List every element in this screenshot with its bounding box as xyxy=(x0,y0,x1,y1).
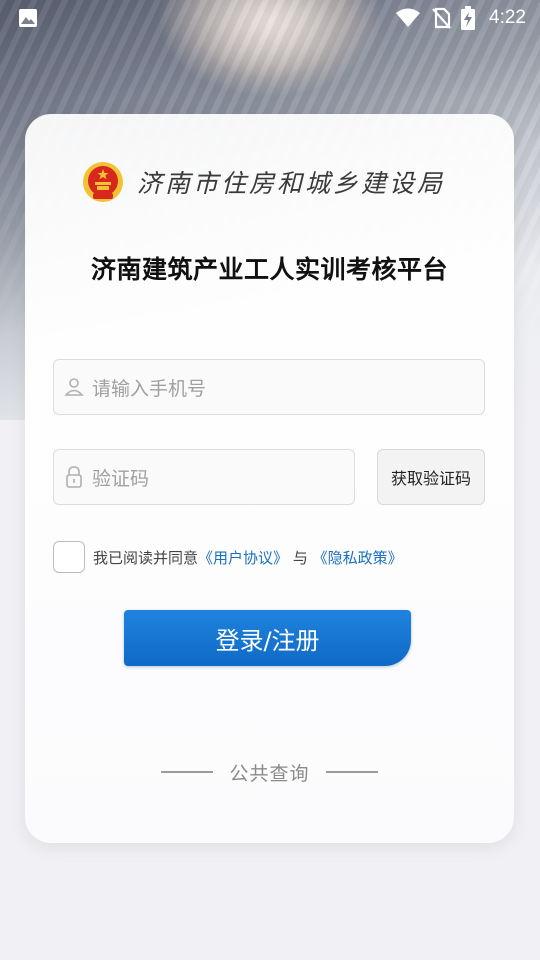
lock-icon xyxy=(64,466,84,488)
phone-input[interactable]: 请输入手机号 xyxy=(53,359,485,415)
login-register-button[interactable]: 登录/注册 xyxy=(124,610,411,666)
login-card: 济南市住房和城乡建设局 济南建筑产业工人实训考核平台 请输入手机号 验证码 获取… xyxy=(25,114,514,843)
user-agreement-link[interactable]: 《用户协议》 xyxy=(198,549,288,567)
status-left xyxy=(18,8,38,28)
status-time: 4:22 xyxy=(489,7,526,28)
code-placeholder: 验证码 xyxy=(92,467,150,490)
divider-right xyxy=(325,771,378,773)
no-sim-icon xyxy=(431,7,451,29)
status-right: 4:22 xyxy=(395,6,526,30)
phone-placeholder: 请输入手机号 xyxy=(92,377,207,400)
app-title: 济南建筑产业工人实训考核平台 xyxy=(90,255,448,284)
national-emblem-icon xyxy=(81,160,125,204)
wifi-icon xyxy=(395,8,421,28)
battery-charging-icon xyxy=(461,6,476,30)
agreement-conjunction: 与 xyxy=(292,548,308,567)
public-query-section: 公共查询 xyxy=(25,757,514,787)
agree-checkbox[interactable] xyxy=(53,541,85,573)
agreement-text: 我已阅读并同意《用户协议》 与 《隐私政策》 xyxy=(93,547,403,568)
status-bar: 4:22 xyxy=(0,0,540,36)
agreement-prefix: 我已阅读并同意 xyxy=(93,548,199,567)
image-icon xyxy=(18,8,38,28)
divider-left xyxy=(161,771,214,773)
agreement-row: 我已阅读并同意《用户协议》 与 《隐私政策》 xyxy=(53,541,403,573)
org-header: 济南市住房和城乡建设局 xyxy=(81,158,445,206)
org-name: 济南市住房和城乡建设局 xyxy=(137,169,446,198)
public-query-link[interactable]: 公共查询 xyxy=(229,759,309,786)
user-icon xyxy=(64,377,84,397)
privacy-policy-link[interactable]: 《隐私政策》 xyxy=(313,549,403,567)
verification-code-input[interactable]: 验证码 xyxy=(53,449,355,505)
get-code-button[interactable]: 获取验证码 xyxy=(377,449,485,505)
